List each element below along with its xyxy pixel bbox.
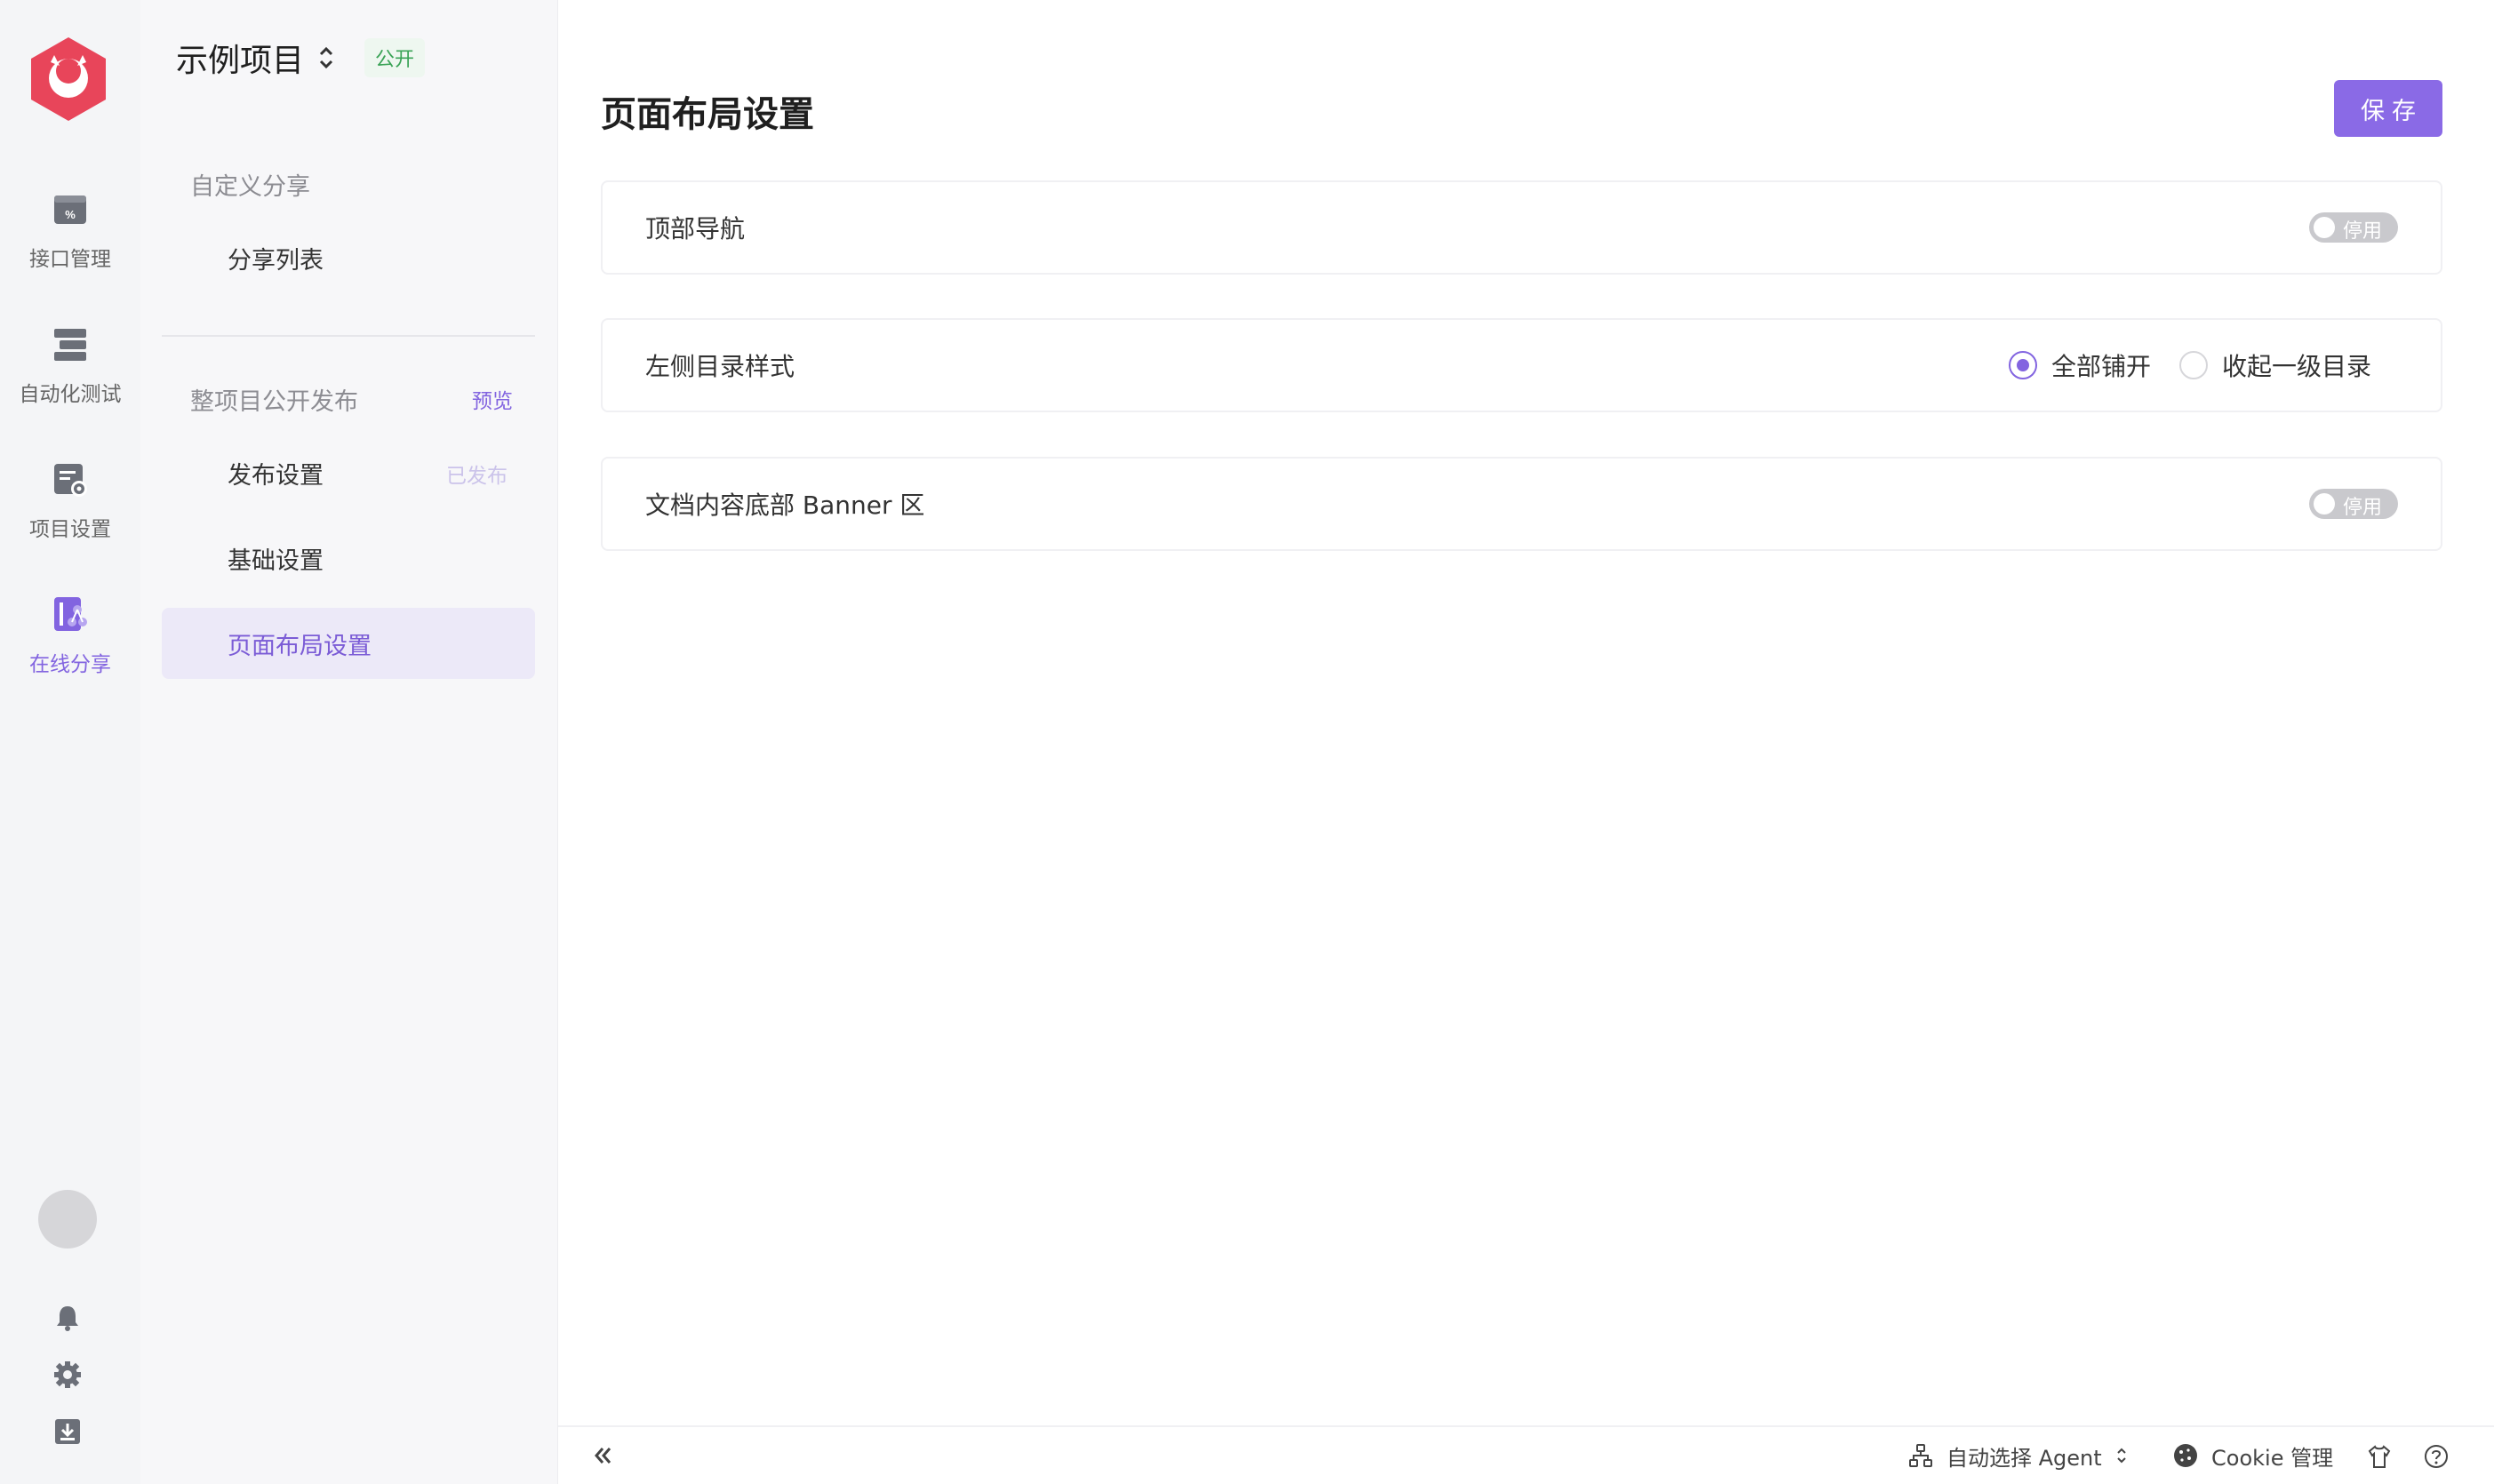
share-icon bbox=[54, 597, 87, 631]
help-icon[interactable] bbox=[2423, 1443, 2450, 1470]
agent-chevron-icon bbox=[2116, 1448, 2126, 1464]
radio-label-expand-all: 全部铺开 bbox=[2050, 352, 2151, 381]
radio-option-expand-all[interactable]: 全部铺开 bbox=[2008, 347, 2151, 383]
setting-label-top-nav: 顶部导航 bbox=[645, 214, 746, 243]
share-sidebar: 示例项目 公开 自定义分享 分享列表 整项目公开发布 预览 发布设置 已发布 基… bbox=[140, 0, 558, 1484]
toggle-status-text: 停用 bbox=[2343, 497, 2383, 519]
setting-bottom-banner: 文档内容底部 Banner 区 停用 bbox=[601, 457, 2442, 551]
setting-label-sidebar-style: 左侧目录样式 bbox=[645, 352, 795, 381]
rail-item-automation[interactable]: 自动化测试 bbox=[0, 325, 140, 441]
agent-selector[interactable]: 自动选择 Agent bbox=[1907, 1438, 2129, 1473]
setting-label-bottom-banner: 文档内容底部 Banner 区 bbox=[645, 491, 925, 520]
icon-rail: % 接口管理 自动化测试 项目设置 在线分享 bbox=[0, 0, 140, 1484]
sidebar-item-basic-settings[interactable]: 基础设置 bbox=[162, 523, 535, 594]
settings-gear-icon[interactable] bbox=[52, 1360, 83, 1390]
setting-top-nav: 顶部导航 停用 bbox=[601, 180, 2442, 275]
rail-item-api[interactable]: % 接口管理 bbox=[0, 190, 140, 306]
top-nav-toggle[interactable]: 停用 bbox=[2309, 212, 2398, 243]
project-name[interactable]: 示例项目 bbox=[176, 35, 304, 81]
project-settings-icon bbox=[54, 464, 87, 497]
radio-expand-all[interactable] bbox=[2008, 351, 2037, 379]
app-window: % 接口管理 自动化测试 项目设置 在线分享 示例项目 公开 自定义分享 分享列… bbox=[0, 0, 2494, 1484]
sidebar-item-share-list[interactable]: 分享列表 bbox=[162, 222, 535, 293]
cookie-label: Cookie 管理 bbox=[2211, 1445, 2334, 1471]
notification-bell-icon[interactable] bbox=[52, 1303, 83, 1333]
status-bar: 自动选择 Agent Cookie 管理 bbox=[558, 1425, 2494, 1484]
preview-link[interactable]: 预览 bbox=[472, 384, 513, 414]
rail-item-share[interactable]: 在线分享 bbox=[0, 595, 140, 711]
main-content: 页面布局设置 保存 顶部导航 停用 左侧目录样式 全部铺开 收起一级目录 文档内… bbox=[558, 0, 2494, 1425]
setting-sidebar-style: 左侧目录样式 全部铺开 收起一级目录 bbox=[601, 318, 2442, 412]
radio-option-collapse-level1[interactable]: 收起一级目录 bbox=[2178, 347, 2371, 383]
rail-label-share: 在线分享 bbox=[29, 653, 111, 676]
rail-item-project-settings[interactable]: 项目设置 bbox=[0, 460, 140, 576]
app-logo-icon[interactable] bbox=[28, 36, 109, 123]
project-header: 示例项目 公开 bbox=[176, 35, 426, 81]
sidebar-style-radio-group: 全部铺开 收起一级目录 bbox=[2008, 347, 2371, 383]
rail-label-project-settings: 项目设置 bbox=[29, 518, 111, 541]
sidebar-group-public-publish: 整项目公开发布 bbox=[190, 388, 358, 416]
cookie-icon bbox=[2174, 1444, 2197, 1467]
cookie-manager[interactable]: Cookie 管理 bbox=[2172, 1438, 2333, 1473]
published-status: 已发布 bbox=[446, 465, 508, 488]
sidebar-item-layout-settings[interactable]: 页面布局设置 bbox=[162, 608, 535, 679]
toggle-status-text: 停用 bbox=[2343, 220, 2383, 243]
sidebar-group-custom-share: 自定义分享 bbox=[190, 173, 310, 201]
shirt-theme-icon[interactable] bbox=[2366, 1443, 2393, 1470]
toggle-knob bbox=[2314, 217, 2335, 238]
public-status-badge: 公开 bbox=[364, 38, 426, 77]
download-icon[interactable] bbox=[52, 1416, 83, 1447]
rail-label-automation: 自动化测试 bbox=[19, 383, 122, 406]
automation-icon bbox=[54, 329, 86, 361]
project-switch-chevron-icon[interactable] bbox=[316, 43, 336, 73]
api-icon: % bbox=[54, 195, 86, 224]
collapse-sidebar-icon[interactable] bbox=[588, 1441, 617, 1470]
toggle-knob bbox=[2314, 493, 2335, 515]
radio-collapse-level1[interactable] bbox=[2178, 351, 2208, 379]
sidebar-divider bbox=[162, 335, 535, 337]
agent-label: 自动选择 Agent bbox=[1946, 1445, 2102, 1471]
svg-text:%: % bbox=[65, 208, 76, 221]
radio-label-collapse-level1: 收起一级目录 bbox=[2221, 352, 2371, 381]
agent-network-icon bbox=[1909, 1444, 1932, 1467]
user-avatar[interactable] bbox=[38, 1190, 97, 1249]
rail-label-api: 接口管理 bbox=[29, 248, 111, 271]
page-title: 页面布局设置 bbox=[601, 94, 814, 135]
bottom-banner-toggle[interactable]: 停用 bbox=[2309, 489, 2398, 519]
save-button[interactable]: 保存 bbox=[2334, 80, 2442, 137]
